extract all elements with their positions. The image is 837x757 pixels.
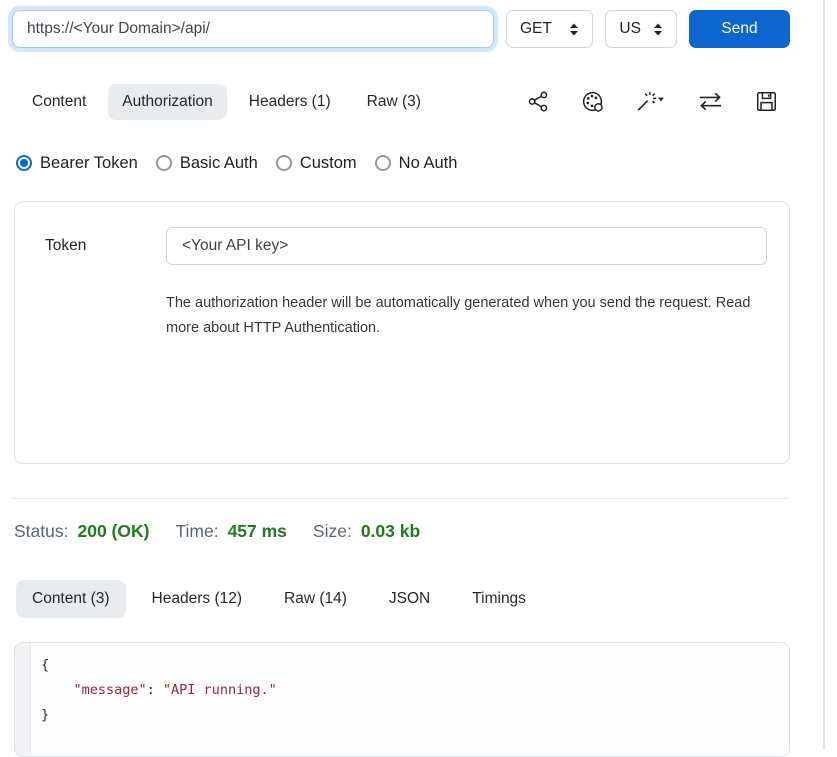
size-label: Size: [313, 521, 352, 542]
response-status-row: Status: 200 (OK) Time: 457 ms Size: 0.03… [14, 521, 790, 542]
radio-label: Basic Auth [180, 154, 258, 173]
auth-type-radios: Bearer Token Basic Auth Custom No Auth [16, 150, 790, 176]
radio-unselected-icon [276, 155, 292, 171]
radio-custom[interactable]: Custom [276, 154, 357, 173]
palette-icon[interactable] [582, 91, 603, 112]
radio-label: No Auth [399, 154, 458, 173]
tab-authorization[interactable]: Authorization [108, 84, 226, 120]
region-select[interactable]: US [605, 10, 677, 48]
status-label: Status: [14, 521, 68, 542]
resp-tab-headers[interactable]: Headers (12) [136, 580, 258, 618]
token-help-text: The authorization header will be automat… [166, 291, 758, 341]
method-select-value: GET [520, 20, 552, 38]
resp-tab-content[interactable]: Content (3) [16, 580, 126, 618]
response-tabs-row: Content (3) Headers (12) Raw (14) JSON T… [0, 579, 790, 619]
resp-tab-timings[interactable]: Timings [456, 580, 542, 618]
response-body-code[interactable]: { "message": "API running." } [30, 643, 789, 756]
request-tabs-row: Content Authorization Headers (1) Raw (3… [0, 82, 790, 121]
bearer-token-panel: Token The authorization header will be a… [14, 201, 790, 464]
token-label: Token [45, 237, 166, 255]
json-key: "message" [74, 682, 147, 698]
time-value: 457 ms [228, 521, 287, 542]
status-value: 200 (OK) [77, 521, 149, 542]
radio-basic-auth[interactable]: Basic Auth [156, 154, 258, 173]
size-value: 0.03 kb [361, 521, 420, 542]
send-button[interactable]: Send [689, 10, 790, 48]
updown-arrows-icon [569, 23, 579, 36]
code-line: "message": "API running." [74, 678, 790, 703]
updown-arrows-icon [653, 23, 663, 36]
swap-arrows-icon[interactable] [698, 92, 723, 111]
toolbar-icons [528, 91, 790, 112]
tab-raw[interactable]: Raw (3) [353, 84, 435, 120]
radio-selected-icon [16, 155, 32, 171]
request-bar: GET US Send [0, 10, 790, 48]
magic-wand-dropdown-icon[interactable] [636, 91, 665, 112]
url-input[interactable] [12, 10, 494, 48]
code-line: } [41, 703, 789, 728]
section-divider [10, 498, 790, 499]
region-select-value: US [619, 20, 641, 38]
time-label: Time: [175, 521, 218, 542]
save-icon[interactable] [756, 91, 777, 112]
radio-unselected-icon [375, 155, 391, 171]
resp-tab-json[interactable]: JSON [373, 580, 446, 618]
radio-label: Bearer Token [40, 154, 138, 173]
response-body-card: { "message": "API running." } [14, 642, 790, 757]
json-value: "API running." [163, 682, 277, 698]
radio-unselected-icon [156, 155, 172, 171]
token-input[interactable] [166, 227, 767, 265]
api-client-page: GET US Send Content Authorization Header… [0, 10, 790, 757]
code-line: { [41, 653, 789, 678]
tab-content[interactable]: Content [18, 84, 100, 120]
radio-bearer-token[interactable]: Bearer Token [16, 154, 138, 173]
method-select[interactable]: GET [506, 10, 593, 48]
tab-headers[interactable]: Headers (1) [235, 84, 345, 120]
share-icon[interactable] [528, 91, 549, 112]
radio-label: Custom [300, 154, 357, 173]
resp-tab-raw[interactable]: Raw (14) [268, 580, 363, 618]
token-field-row: Token [45, 227, 767, 265]
radio-no-auth[interactable]: No Auth [375, 154, 458, 173]
page-right-rule [823, 0, 825, 750]
